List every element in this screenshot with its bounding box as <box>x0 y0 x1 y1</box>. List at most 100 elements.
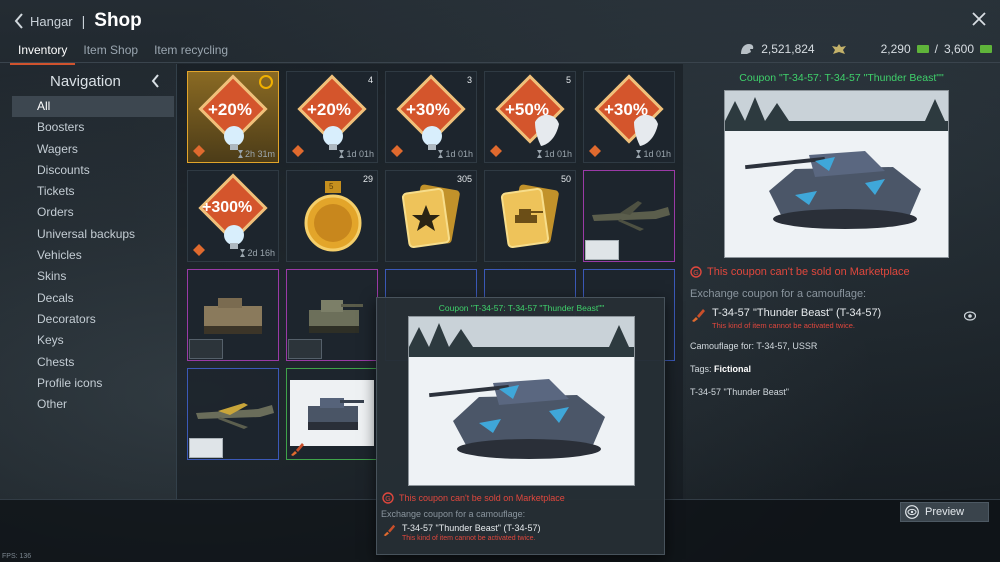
hourglass-icon <box>636 150 642 158</box>
inventory-item-booster[interactable]: 3 +30% 1d 01h <box>385 71 477 163</box>
booster-percent: +300% <box>202 199 253 216</box>
inventory-item-vehicle[interactable] <box>286 269 378 361</box>
back-to-hangar-button[interactable]: Hangar | Shop <box>14 10 142 32</box>
tooltip-camo-name: T-34-57 "Thunder Beast" (T-34-57) <box>402 523 541 533</box>
navigation-header: Navigation <box>12 66 174 96</box>
detail-preview-image <box>724 90 949 258</box>
booster-type-icon <box>490 145 502 157</box>
booster-percent: +20% <box>307 100 351 119</box>
camo-for: Camouflage for: T-34-57, USSR <box>690 341 818 351</box>
inventory-item-booster[interactable]: +30% 1d 01h <box>583 71 675 163</box>
inventory-item-booster[interactable]: +20% 2h 31m <box>187 71 279 163</box>
golden-eagles-icon <box>831 44 846 54</box>
navigation-panel: Navigation All Boosters Wagers Discounts… <box>12 66 174 415</box>
nav-item-tickets[interactable]: Tickets <box>12 181 174 202</box>
hourglass-icon <box>537 150 543 158</box>
inventory-item-booster[interactable]: 5 +50% 1d 01h <box>484 71 576 163</box>
tag-fictional: Fictional <box>714 364 752 374</box>
camo-item-name: T-34-57 "Thunder Beast" (T-34-57) <box>712 307 882 319</box>
inventory-item-vehicle[interactable] <box>583 170 675 262</box>
tank-card-icon <box>500 184 559 249</box>
inventory-item-booster[interactable]: +300% 2d 16h <box>187 170 279 262</box>
page-title: Shop <box>94 10 142 31</box>
nav-item-orders[interactable]: Orders <box>12 202 174 223</box>
preview-button[interactable]: Preview <box>900 502 989 522</box>
fps-counter: FPS: 136 <box>2 553 32 560</box>
tank-camo-image <box>725 91 948 257</box>
inventory-item-card[interactable]: 305 <box>385 170 477 262</box>
nav-item-boosters[interactable]: Boosters <box>12 117 174 138</box>
inventory-item-card[interactable]: 50 <box>484 170 576 262</box>
nav-item-other[interactable]: Other <box>12 394 174 415</box>
booster-timer: 2d 16h <box>240 248 275 258</box>
svg-text:G: G <box>693 270 698 277</box>
nav-item-chests[interactable]: Chests <box>12 352 174 373</box>
paint-brush-icon <box>692 309 705 322</box>
eye-icon[interactable] <box>964 311 976 321</box>
item-count: 5 <box>565 75 571 85</box>
tooltip-title: Coupon "T-34-57: T-34-57 "Thunder Beast"… <box>438 303 605 313</box>
nav-item-keys[interactable]: Keys <box>12 330 174 351</box>
nav-item-wagers[interactable]: Wagers <box>12 139 174 160</box>
marketplace-restricted-icon: G <box>382 492 394 504</box>
booster-type-icon <box>391 145 403 157</box>
camo-item-note: This kind of item cannot be activated tw… <box>712 321 855 330</box>
nav-item-discounts[interactable]: Discounts <box>12 160 174 181</box>
golden-eagles-total: 3,600 <box>943 42 974 56</box>
chevron-left-icon <box>14 13 23 29</box>
nav-item-profile-icons[interactable]: Profile icons <box>12 373 174 394</box>
inventory-item-vehicle[interactable] <box>187 368 279 460</box>
close-icon[interactable] <box>972 12 986 26</box>
currency-divider: / <box>934 42 938 56</box>
hourglass-icon <box>240 249 246 257</box>
ge-icon <box>916 45 929 53</box>
vehicle-type-thumbnail <box>288 339 322 359</box>
item-tooltip: Coupon "T-34-57: T-34-57 "Thunder Beast"… <box>376 297 665 555</box>
nav-item-vehicles[interactable]: Vehicles <box>12 245 174 266</box>
header-divider <box>0 62 1000 63</box>
coupon-thumbnail <box>290 380 374 446</box>
booster-percent: +30% <box>604 100 648 119</box>
detail-exchange-label: Exchange coupon for a camouflage: <box>690 288 867 300</box>
tank-camo-icon <box>308 398 364 430</box>
title-separator: | <box>81 13 86 29</box>
item-count: 305 <box>456 174 472 184</box>
detail-camo-item: T-34-57 "Thunder Beast" (T-34-57) This k… <box>690 307 881 330</box>
currency-bar: 2,521,824 2,290 / 3,600 <box>739 42 992 56</box>
tooltip-camo-item: T-34-57 "Thunder Beast" (T-34-57) This k… <box>382 523 540 542</box>
booster-percent: +30% <box>406 100 450 119</box>
booster-type-icon <box>193 145 205 157</box>
tags: Tags: Fictional <box>690 364 752 374</box>
item-count: 29 <box>362 174 373 184</box>
hourglass-icon <box>438 150 444 158</box>
booster-percent: +50% <box>505 100 549 119</box>
tooltip-preview-image <box>408 316 635 486</box>
preview-label: Preview <box>925 506 965 518</box>
inventory-item-coupon[interactable] <box>286 368 378 460</box>
preview-eye-icon <box>905 505 919 519</box>
collapse-navigation-icon[interactable] <box>151 74 160 88</box>
vehicle-type-thumbnail <box>189 438 223 458</box>
nav-item-decorators[interactable]: Decorators <box>12 309 174 330</box>
detail-title: Coupon "T-34-57: T-34-57 "Thunder Beast"… <box>739 72 944 84</box>
booster-type-icon <box>193 244 205 256</box>
hourglass-icon <box>339 150 345 158</box>
item-count: 50 <box>560 174 571 184</box>
vehicle-type-thumbnail <box>189 339 223 359</box>
inventory-item-medal[interactable]: 5 29 <box>286 170 378 262</box>
item-count: 4 <box>367 75 373 85</box>
tooltip-exchange-label: Exchange coupon for a camouflage: <box>381 509 526 519</box>
svg-text:G: G <box>385 496 390 503</box>
vehicle-type-thumbnail <box>585 240 619 260</box>
nav-item-decals[interactable]: Decals <box>12 288 174 309</box>
inventory-item-booster[interactable]: 4 +20% 1d 01h <box>286 71 378 163</box>
hangar-label: Hangar <box>30 13 73 29</box>
nav-item-skins[interactable]: Skins <box>12 266 174 287</box>
nav-item-universal-backups[interactable]: Universal backups <box>12 224 174 245</box>
inventory-item-vehicle[interactable] <box>187 269 279 361</box>
tooltip-camo-note: This kind of item cannot be activated tw… <box>402 535 536 542</box>
detail-warning: G This coupon can't be sold on Marketpla… <box>690 266 910 278</box>
booster-timer: 2h 31m <box>237 149 275 159</box>
nav-item-all[interactable]: All <box>12 96 174 118</box>
paint-brush-icon <box>383 524 396 537</box>
